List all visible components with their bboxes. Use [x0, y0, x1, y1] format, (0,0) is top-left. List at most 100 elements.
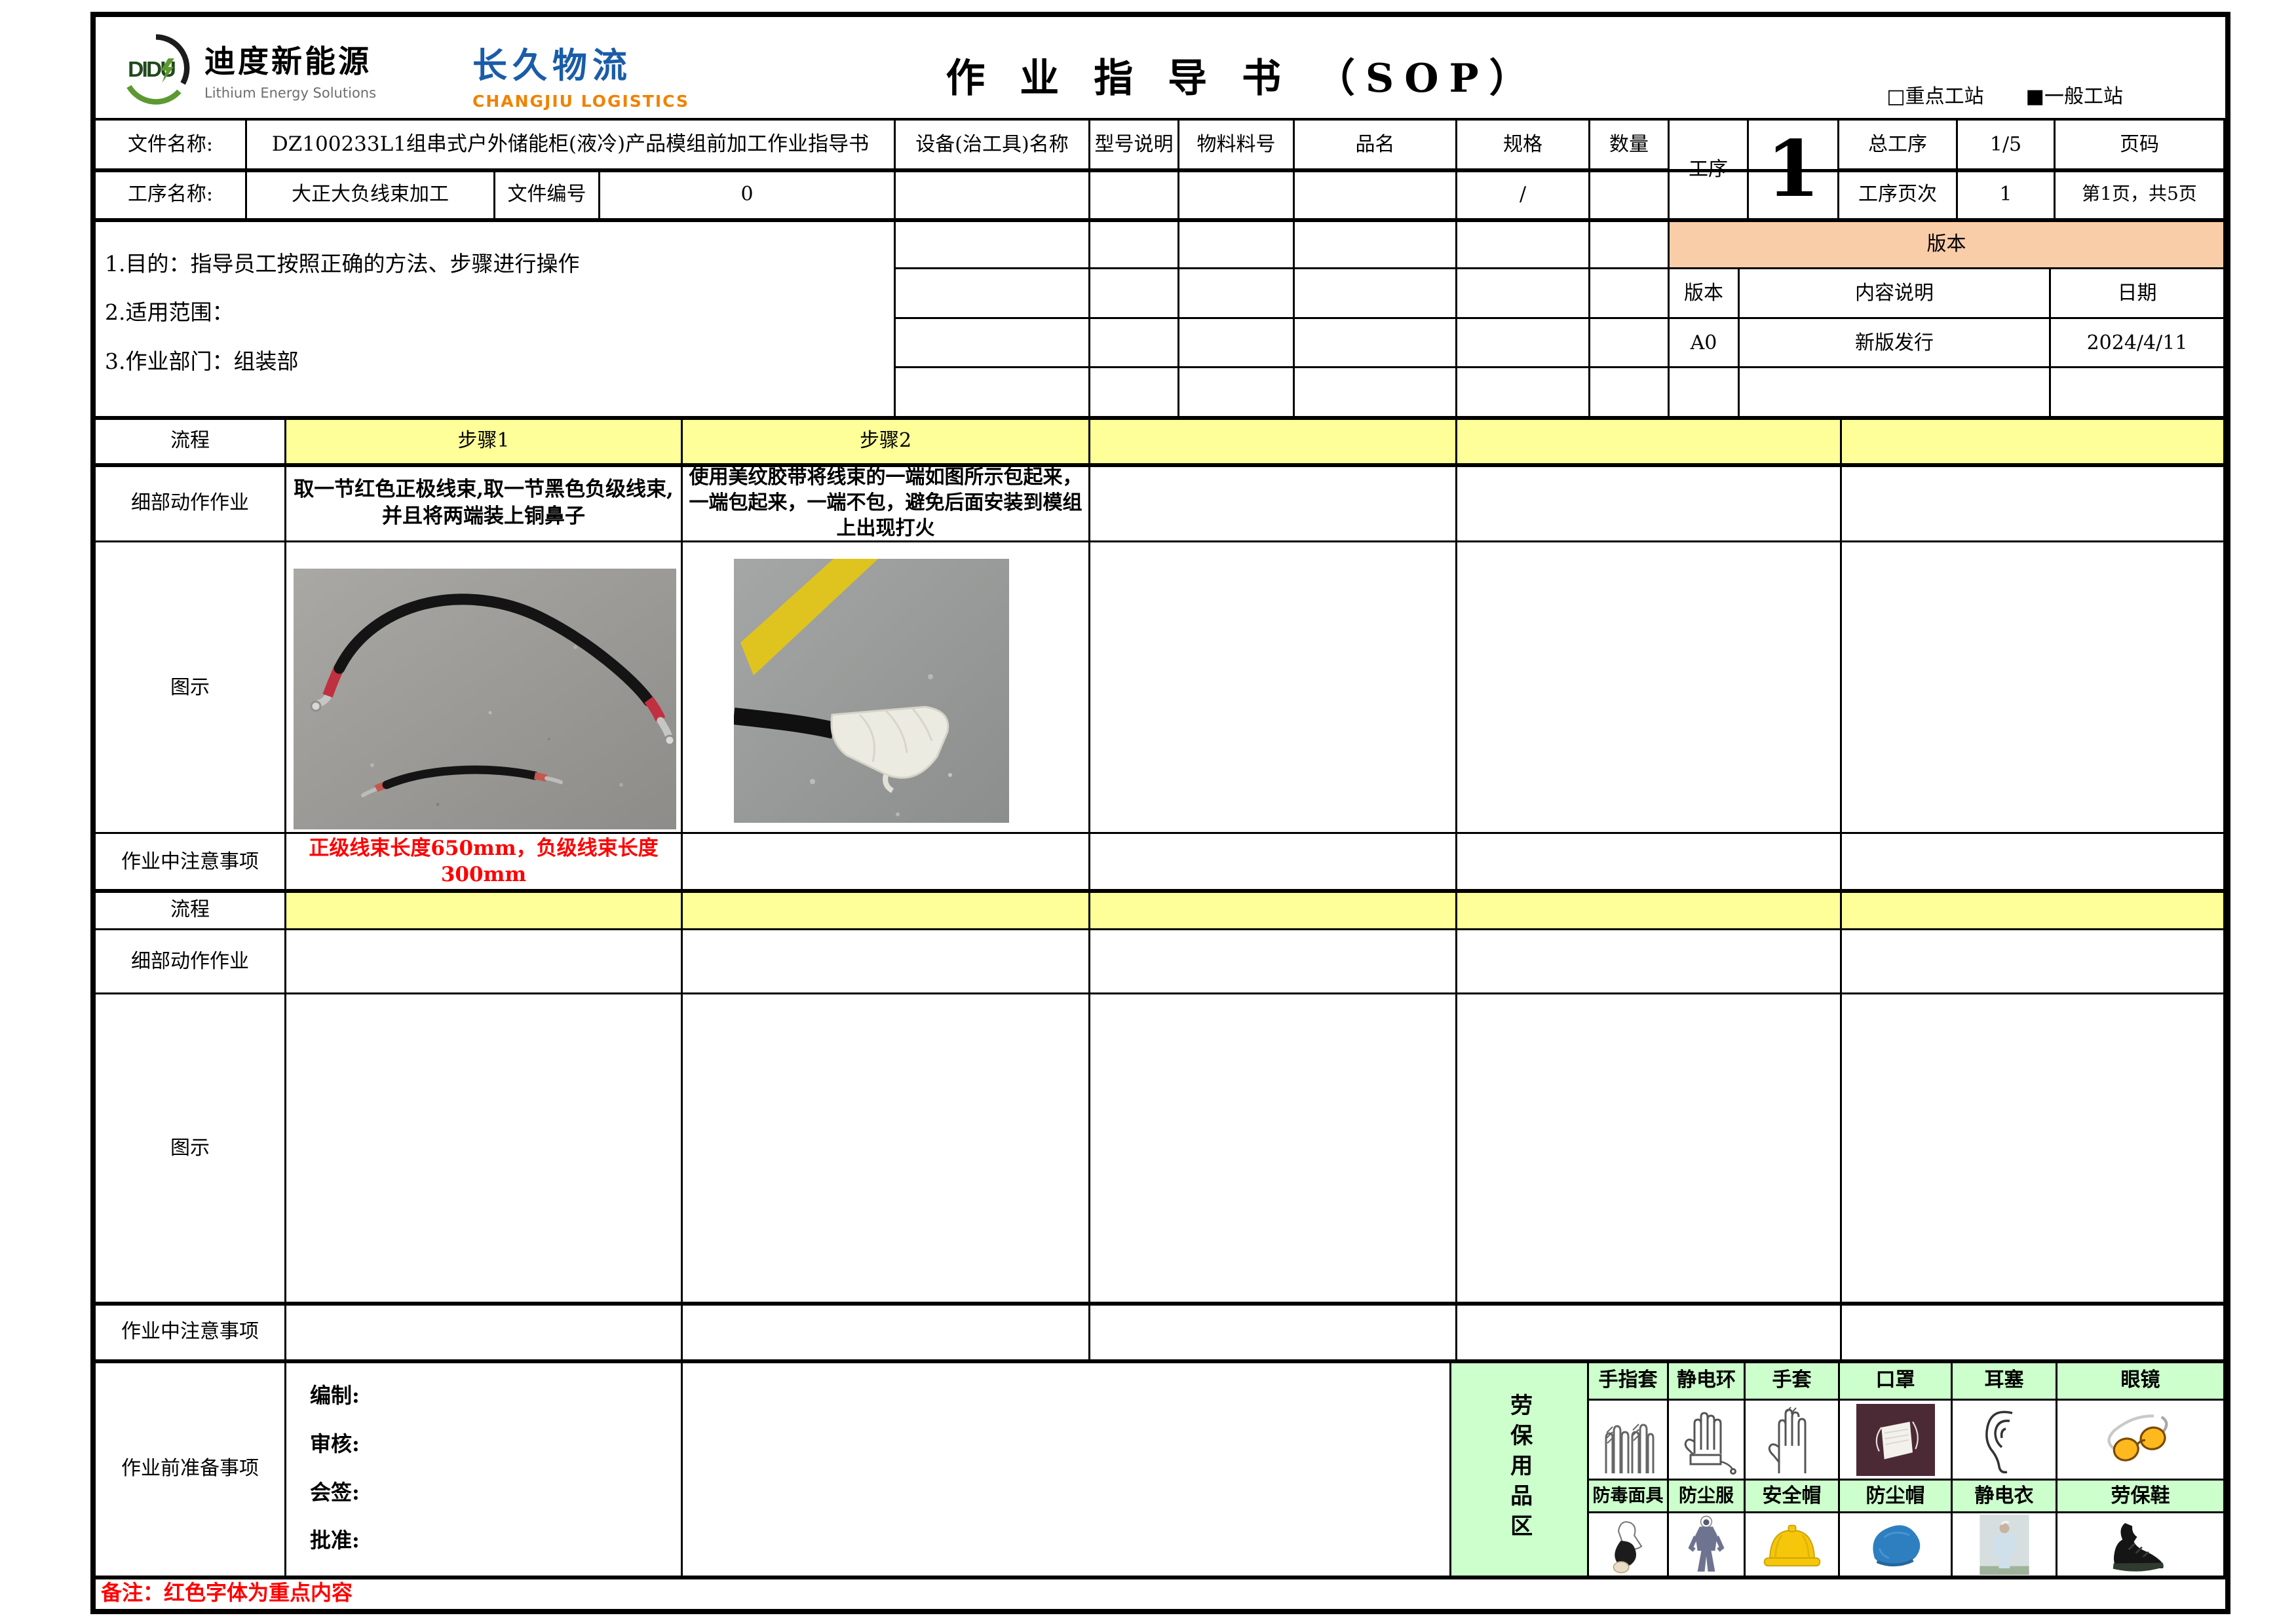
empty-cell: [1090, 368, 1179, 418]
ppe-label-earplugs: 耳塞: [1953, 1361, 2057, 1401]
sig-review-label[interactable]: 审核:: [310, 1431, 360, 1458]
process-page-label: 工序页次: [1839, 170, 1958, 220]
image-label-2: 图示: [96, 994, 286, 1304]
step2-header: 步骤2: [683, 418, 1090, 465]
signature-block: 编制: 审核: 会签: 批准:: [286, 1361, 683, 1577]
changjiu-logo-subtext: CHANGJIU LOGISTICS: [472, 92, 689, 111]
divider: [96, 1302, 2225, 1306]
empty-cell: [1590, 170, 1670, 220]
empty-cell: [683, 930, 1090, 994]
sig-draft-label[interactable]: 编制:: [310, 1382, 360, 1410]
image-label-1: 图示: [96, 542, 286, 834]
sig-countersign-label[interactable]: 会签:: [310, 1479, 360, 1507]
qty-label: 数量: [1590, 120, 1670, 170]
didu-logo-subtext: Lithium Energy Solutions: [204, 85, 376, 101]
empty-cell: [1090, 319, 1179, 368]
material-label: 物料料号: [1179, 120, 1295, 170]
detail-label-2: 细部动作作业: [96, 930, 286, 994]
ppe-label-safety-shoes: 劳保鞋: [2057, 1481, 2225, 1513]
page-number-label: 页码: [2056, 120, 2225, 170]
empty-cell: [1090, 542, 1457, 834]
empty-cell: [1179, 269, 1295, 319]
sop-sheet: DIDU 迪度新能源 Lithium Energy Solutions 长久物流…: [90, 12, 2230, 1614]
empty-cell: [1457, 994, 1842, 1304]
gas-mask-icon: [1589, 1513, 1669, 1577]
version-rev-desc: 新版发行: [1740, 319, 2051, 368]
empty-cell: [1295, 319, 1457, 368]
model-label: 型号说明: [1090, 120, 1179, 170]
flow-label-2: 流程: [96, 891, 286, 930]
empty-cell: [1842, 1304, 2225, 1361]
detail-step1-text: 取一节红色正极线束,取一节黑色负级线束,并且将两端装上铜鼻子: [286, 465, 683, 542]
ppe-area-label-text: 劳保用品区: [1504, 1393, 1533, 1544]
empty-cell: [2051, 368, 2225, 418]
empty-cell: [683, 994, 1090, 1304]
empty-cell: [1090, 994, 1457, 1304]
dust-cap-icon: [1840, 1513, 1953, 1577]
esd-garment-icon: [1953, 1513, 2057, 1577]
empty-cell: [1090, 834, 1457, 891]
process-page-value: 1: [1958, 170, 2056, 220]
empty-cell: [896, 319, 1090, 368]
footer-note: 备注：红色字体为重点内容: [96, 1577, 2225, 1609]
sig-approve-label[interactable]: 批准:: [310, 1527, 360, 1555]
process-name-label: 工序名称:: [96, 170, 247, 220]
empty-cell: [1842, 418, 2225, 465]
empty-cell: [1090, 418, 1457, 465]
general-station-checkbox[interactable]: ■一般工站: [2026, 80, 2123, 109]
divider: [96, 890, 2225, 893]
ear-icon: [1953, 1401, 2057, 1481]
empty-cell: [1740, 368, 2051, 418]
didu-logo-text: 迪度新能源: [204, 36, 376, 81]
changjiu-logo-text: 长久物流: [472, 38, 689, 88]
version-rev-date: 2024/4/11: [2051, 319, 2225, 368]
page-title: 作 业 指 导 书 （SOP）: [849, 47, 1636, 104]
empty-cell: [1457, 930, 1842, 994]
ppe-label-gas-mask: 防毒面具: [1589, 1481, 1669, 1513]
empty-cell: [1590, 220, 1670, 269]
empty-cell: [1179, 170, 1295, 220]
purpose-line-1: 1.目的：指导员工按照正确的方法、步骤进行操作: [105, 250, 580, 278]
key-station-checkbox[interactable]: □重点工站: [1886, 80, 1983, 109]
empty-cell: [896, 269, 1090, 319]
version-col-label: 版本: [1670, 269, 1740, 319]
empty-cell: [1842, 930, 2225, 994]
spec-label: 规格: [1457, 120, 1590, 170]
empty-cell: [1457, 1304, 1842, 1361]
empty-cell: [1457, 220, 1590, 269]
empty-cell: [896, 220, 1090, 269]
empty-cell: [1457, 319, 1590, 368]
empty-cell: [1295, 170, 1457, 220]
caution-label-1: 作业中注意事项: [96, 834, 286, 891]
face-mask-icon: [1840, 1401, 1953, 1481]
empty-cell: [683, 1361, 1451, 1577]
ppe-label-finger-cots: 手指套: [1589, 1361, 1669, 1401]
empty-cell: [1090, 465, 1457, 542]
empty-cell: [1090, 1304, 1457, 1361]
empty-cell: [1179, 220, 1295, 269]
detail-step2-text: 使用美纹胶带将线束的一端如图所示包起来，一端包起来，一端不包，避免后面安装到模组…: [683, 465, 1090, 542]
empty-cell: [683, 891, 1090, 930]
empty-cell: [683, 1304, 1090, 1361]
empty-cell: [1179, 368, 1295, 418]
dust-suit-icon: [1669, 1513, 1746, 1577]
ppe-label-esd-garment: 静电衣: [1953, 1481, 2057, 1513]
empty-cell: [286, 891, 683, 930]
ppe-label-mask: 口罩: [1840, 1361, 1953, 1401]
empty-cell: [1457, 269, 1590, 319]
didu-logo: DIDU 迪度新能源 Lithium Energy Solutions: [119, 31, 376, 105]
spec-value: /: [1457, 170, 1590, 220]
empty-cell: [286, 1304, 683, 1361]
purpose-block: 1.目的：指导员工按照正确的方法、步骤进行操作 2.适用范围： 3.作业部门：组…: [96, 220, 896, 418]
gloves-icon: [1746, 1401, 1840, 1481]
ppe-label-dust-suit: 防尘服: [1669, 1481, 1746, 1513]
version-desc-label: 内容说明: [1740, 269, 2051, 319]
purpose-line-2: 2.适用范围：: [105, 299, 234, 327]
ppe-label-gloves: 手套: [1746, 1361, 1840, 1401]
image-cell-step1: [286, 542, 683, 834]
empty-cell: [896, 170, 1090, 220]
empty-cell: [1590, 269, 1670, 319]
doc-name-value: DZ100233L1组串式户外储能柜(液冷)产品模组前加工作业指导书: [247, 120, 896, 170]
caution-label-2: 作业中注意事项: [96, 1304, 286, 1361]
flow-label-1: 流程: [96, 418, 286, 465]
